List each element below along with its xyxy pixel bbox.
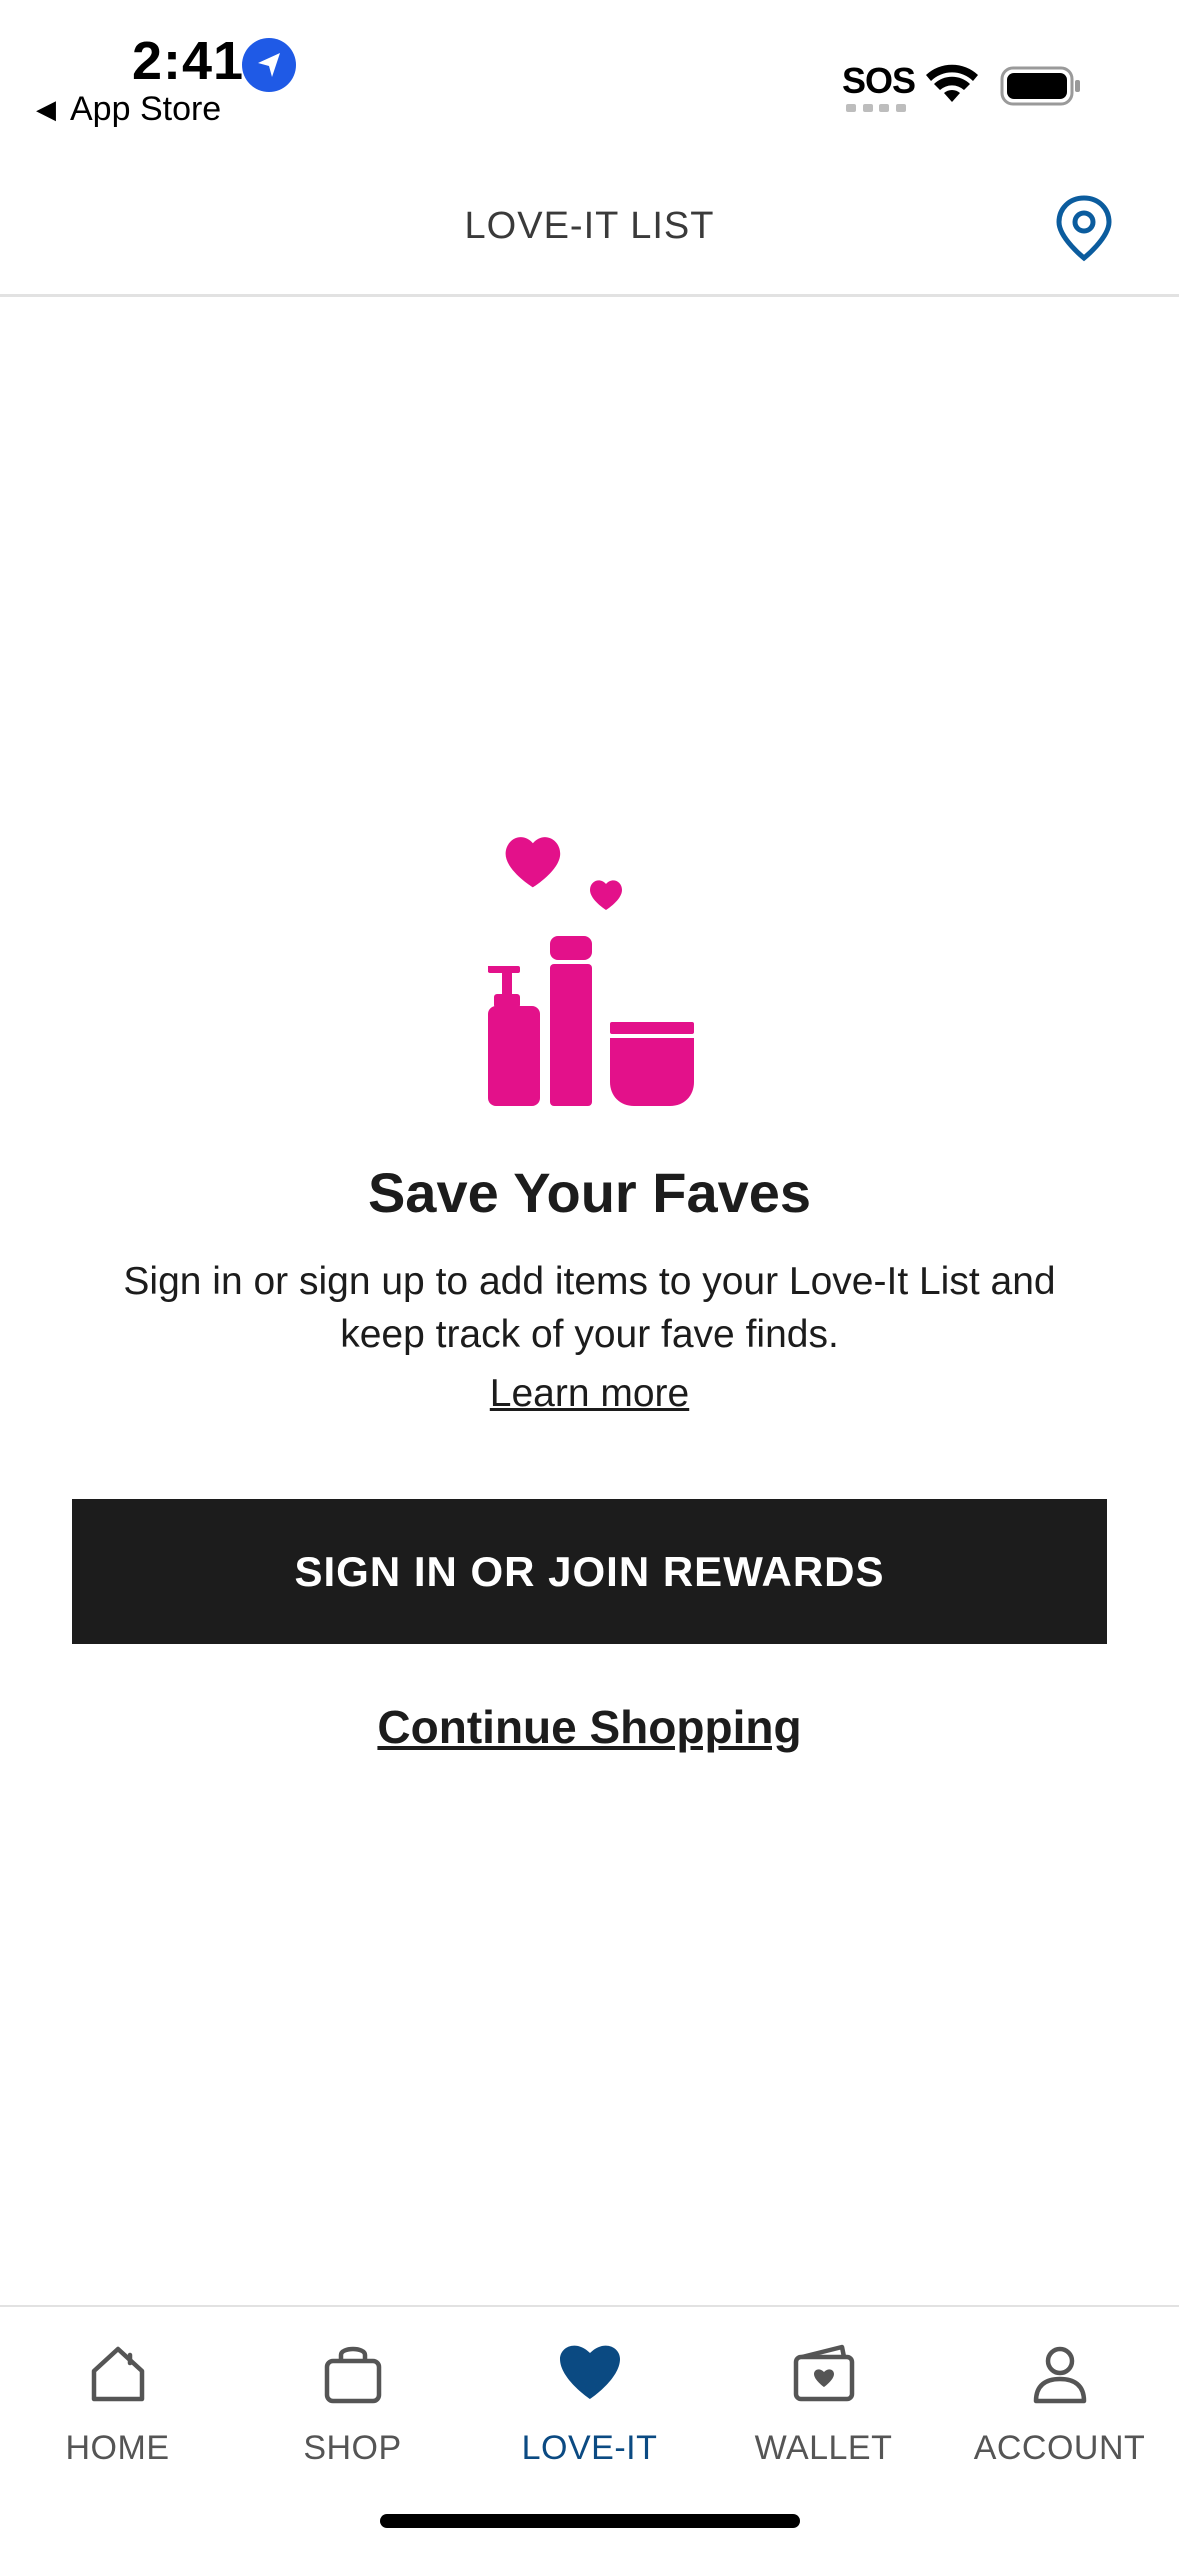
back-triangle-icon: ◀ [36, 94, 56, 124]
tab-home-label: HOME [65, 2429, 170, 2467]
tab-love-it-label: LOVE-IT [521, 2429, 658, 2467]
empty-state-description: Sign in or sign up to add items to your … [123, 1260, 1056, 1356]
status-time: 2:41 [132, 31, 245, 91]
continue-shopping-row: Continue Shopping [0, 1700, 1179, 1754]
back-app-label: App Store [70, 90, 222, 128]
page-title: LOVE-IT LIST [464, 205, 715, 247]
beauty-products-hearts-icon [470, 826, 720, 1116]
empty-state-title: Save Your Faves [367, 1161, 812, 1224]
wallet-icon [793, 2344, 854, 2402]
tab-shop-label: SHOP [303, 2429, 402, 2467]
love-it-list-screen: 2:41 ◀ App Store SOS LOVE-IT LIST Save Y… [0, 0, 1179, 2556]
learn-more-row: Learn more [0, 1372, 1179, 1416]
sos-indicator: SOS [842, 60, 916, 101]
back-to-app-store[interactable]: ◀ App Store [36, 90, 221, 129]
home-indicator [380, 2514, 800, 2528]
person-icon [1033, 2346, 1086, 2404]
battery-icon [1000, 66, 1080, 106]
sign-in-join-rewards-button[interactable]: SIGN IN OR JOIN REWARDS [72, 1499, 1107, 1644]
tab-home[interactable]: HOME [0, 2307, 235, 2507]
location-arrow-icon [242, 38, 296, 92]
tab-account-label: ACCOUNT [973, 2429, 1146, 2467]
location-pin-icon[interactable] [1054, 194, 1114, 264]
tab-account[interactable]: ACCOUNT [942, 2307, 1177, 2507]
heart-icon [559, 2345, 620, 2399]
shopping-bag-icon [324, 2346, 381, 2404]
tab-wallet[interactable]: WALLET [706, 2307, 941, 2507]
signal-dots [846, 104, 906, 112]
tab-shop[interactable]: SHOP [235, 2307, 470, 2507]
app-header: LOVE-IT LIST [0, 150, 1179, 297]
status-bar: 2:41 ◀ App Store SOS [0, 0, 1179, 150]
wifi-icon [926, 64, 978, 102]
learn-more-link[interactable]: Learn more [490, 1372, 689, 1415]
continue-shopping-link[interactable]: Continue Shopping [377, 1701, 801, 1753]
home-icon [91, 2346, 144, 2402]
tab-love-it[interactable]: LOVE-IT [472, 2307, 707, 2507]
tab-wallet-label: WALLET [754, 2429, 893, 2467]
